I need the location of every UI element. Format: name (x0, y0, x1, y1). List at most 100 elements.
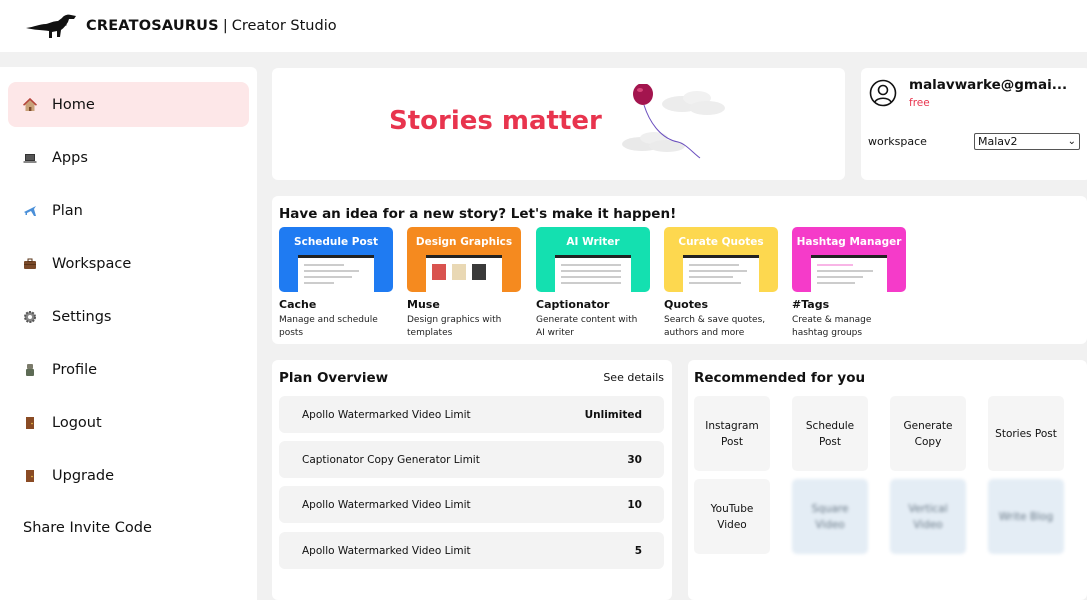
chevron-down-icon: ⌄ (1067, 136, 1076, 147)
app-thumbnail-title: Hashtag Manager (796, 236, 902, 248)
dinosaur-icon[interactable] (24, 11, 80, 41)
plan-row-value: 30 (627, 453, 642, 466)
balloon-illustration (622, 84, 725, 159)
plan-row-value: 10 (627, 498, 642, 511)
airplane-icon (23, 204, 37, 218)
app-description: Search & save quotes, authors and more (664, 315, 766, 338)
app-screenshot (555, 255, 631, 292)
see-details-link[interactable]: See details (603, 371, 664, 384)
sidebar-item-profile[interactable]: Profile (8, 347, 249, 392)
stories-banner: Stories matter (272, 68, 845, 180)
sidebar-item-home[interactable]: Home (8, 82, 249, 127)
app-name: Quotes (664, 298, 709, 311)
rec-tile-youtube-video[interactable]: YouTube Video (694, 479, 770, 554)
sidebar-item-apps[interactable]: Apps (8, 135, 249, 180)
app-screenshot (811, 255, 887, 292)
app-description: Create & manage hashtag groups (792, 315, 872, 338)
sidebar-item-settings[interactable]: Settings (8, 294, 249, 339)
plan-row: Apollo Watermarked Video Limit 5 (279, 532, 664, 569)
workspace-label: workspace (868, 135, 927, 148)
sidebar-item-workspace[interactable]: Workspace (8, 241, 249, 286)
house-icon (23, 97, 37, 112)
top-bar: CREATOSAURUS | Creator Studio (0, 0, 1087, 52)
app-thumbnail[interactable]: AI Writer (536, 227, 650, 292)
sidebar-item-label: Settings (52, 308, 112, 325)
recommended-section: Recommended for you Instagram Post Sched… (688, 360, 1087, 600)
app-name: #Tags (792, 298, 830, 311)
ideas-section: Have an idea for a new story? Let's make… (272, 196, 1087, 344)
app-name: Captionator (536, 298, 610, 311)
door-icon (23, 416, 37, 430)
sidebar-item-label: Upgrade (52, 467, 114, 484)
sidebar-item-plan[interactable]: Plan (8, 188, 249, 233)
user-email: malavwarke@gmai... (909, 77, 1068, 93)
app-description: Generate content with AI writer (536, 315, 638, 338)
app-thumbnail[interactable]: Hashtag Manager (792, 227, 906, 292)
app-description: Design graphics with templates (407, 315, 502, 338)
plan-row-value: Unlimited (584, 408, 642, 421)
plan-row: Apollo Watermarked Video Limit 10 (279, 486, 664, 523)
user-card: malavwarke@gmai... free workspace Malav2… (861, 68, 1087, 180)
rec-tile-stories-post[interactable]: Stories Post (988, 396, 1064, 471)
laptop-icon (23, 151, 37, 165)
plan-row-name: Apollo Watermarked Video Limit (302, 408, 471, 421)
recommended-title: Recommended for you (694, 370, 866, 386)
rec-tile-vertical-video[interactable]: Vertical Video (890, 479, 966, 554)
plan-row-value: 5 (634, 544, 642, 557)
workspace-select[interactable]: Malav2 ⌄ (974, 133, 1080, 150)
brand-subtitle: Creator Studio (231, 18, 337, 34)
sidebar-item-share-invite-code[interactable]: Share Invite Code (8, 505, 249, 550)
app-thumbnail[interactable]: Curate Quotes (664, 227, 778, 292)
sidebar-item-label: Profile (52, 361, 98, 378)
app-screenshot (298, 255, 374, 292)
plan-row-name: Captionator Copy Generator Limit (302, 453, 480, 466)
sidebar-item-label: Home (52, 96, 95, 113)
profile-icon (23, 363, 37, 377)
briefcase-icon (23, 257, 37, 271)
app-card-muse[interactable]: Design Graphics Muse Design graphics wit… (407, 227, 521, 340)
rec-tile-square-video[interactable]: Square Video (792, 479, 868, 554)
brand-separator: | (222, 18, 228, 34)
app-thumbnail[interactable]: Design Graphics (407, 227, 521, 292)
sidebar-item-label: Share Invite Code (23, 519, 152, 536)
app-thumbnail-title: Curate Quotes (678, 236, 764, 248)
workspace-selected-value: Malav2 (978, 135, 1018, 148)
plan-row-name: Apollo Watermarked Video Limit (302, 498, 471, 511)
brand-name: CREATOSAURUS (86, 18, 219, 34)
app-card-cache[interactable]: Schedule Post Cache Manage and schedule … (279, 227, 393, 340)
sidebar-item-upgrade[interactable]: Upgrade (8, 453, 249, 498)
sidebar-item-label: Apps (52, 149, 88, 166)
rec-tile-write-blog[interactable]: Write Blog (988, 479, 1064, 554)
sidebar-item-label: Plan (52, 202, 83, 219)
app-description: Manage and schedule posts (279, 315, 378, 338)
app-thumbnail-title: Schedule Post (294, 236, 378, 248)
ideas-title: Have an idea for a new story? Let's make… (279, 206, 677, 222)
rec-tile-generate-copy[interactable]: Generate Copy (890, 396, 966, 471)
plan-row-name: Apollo Watermarked Video Limit (302, 544, 471, 557)
plan-overview: Plan Overview See details Apollo Waterma… (272, 360, 672, 600)
door-icon (23, 469, 37, 483)
plan-row: Captionator Copy Generator Limit 30 (279, 441, 664, 478)
rec-tile-instagram-post[interactable]: Instagram Post (694, 396, 770, 471)
rec-tile-schedule-post[interactable]: Schedule Post (792, 396, 868, 471)
app-thumbnail[interactable]: Schedule Post (279, 227, 393, 292)
app-name: Cache (279, 298, 317, 311)
plan-row: Apollo Watermarked Video Limit Unlimited (279, 396, 664, 433)
app-card-captionator[interactable]: AI Writer Captionator Generate content w… (536, 227, 650, 340)
sidebar-item-logout[interactable]: Logout (8, 400, 249, 445)
user-avatar-icon[interactable] (869, 79, 897, 107)
sidebar: Home Apps Plan Workspace Settings Profil… (0, 67, 257, 600)
user-plan-badge: free (909, 97, 930, 109)
app-screenshot (426, 255, 502, 292)
plan-overview-title: Plan Overview (279, 370, 389, 386)
app-thumbnail-title: AI Writer (566, 236, 620, 248)
app-thumbnail-title: Design Graphics (415, 236, 513, 248)
app-card-tags[interactable]: Hashtag Manager #Tags Create & manage ha… (792, 227, 906, 340)
app-screenshot (683, 255, 759, 292)
sidebar-item-label: Logout (52, 414, 102, 431)
banner-headline: Stories matter (389, 106, 602, 136)
gear-icon (23, 310, 37, 324)
app-name: Muse (407, 298, 440, 311)
sidebar-item-label: Workspace (52, 255, 132, 272)
app-card-quotes[interactable]: Curate Quotes Quotes Search & save quote… (664, 227, 778, 340)
